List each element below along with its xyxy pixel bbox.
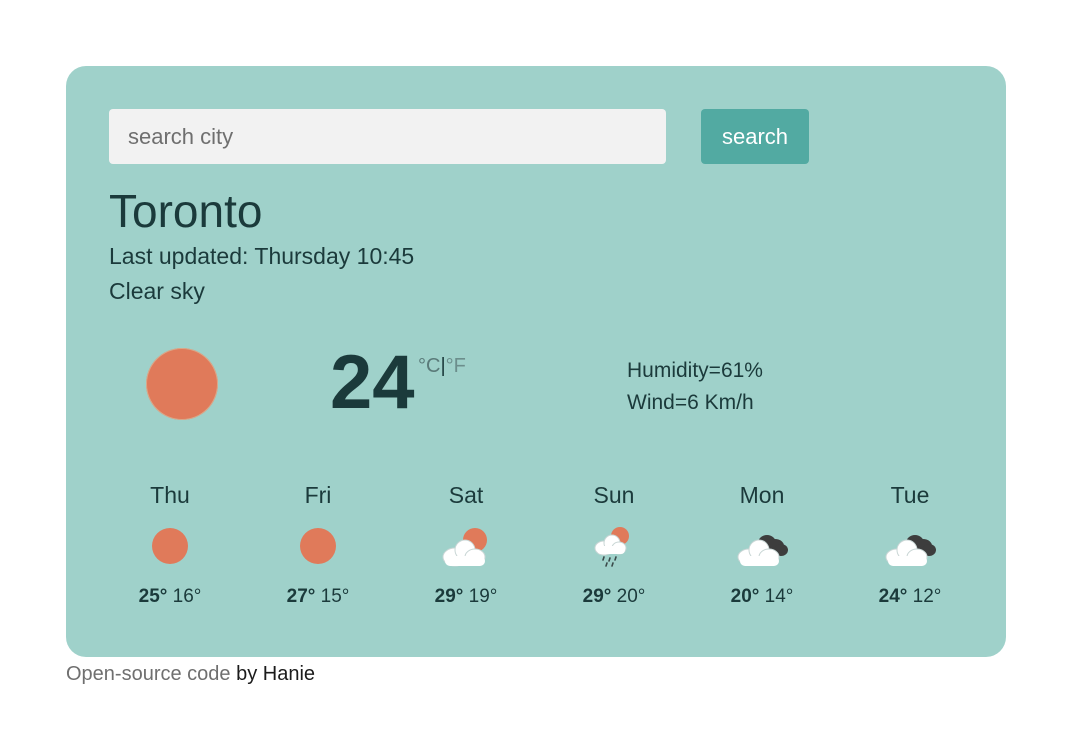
open-source-link[interactable]: Open-source code (66, 663, 231, 685)
forecast-max: 29° (582, 586, 612, 607)
forecast-temps: 29° 19° (392, 586, 540, 608)
humidity: Humidity=61% (627, 359, 763, 382)
forecast-day-name: Tue (890, 482, 930, 508)
celsius-link[interactable]: °C (418, 355, 440, 377)
broken-clouds-icon (735, 526, 789, 568)
weather-description: Clear sky (109, 278, 205, 304)
fahrenheit-link[interactable]: °F (446, 355, 466, 377)
forecast-day: Sat 29° 19° (392, 480, 540, 620)
forecast-temps: 29° 20° (540, 586, 688, 608)
forecast-min: 19° (468, 586, 498, 607)
forecast-day: Fri 27° 15° (244, 480, 392, 620)
forecast-min: 12° (912, 586, 942, 607)
rain-cloud-sun-icon (587, 526, 641, 568)
forecast-day-name: Sun (593, 482, 635, 508)
current-temperature: 24 (330, 340, 415, 425)
forecast-day: Mon 20° 14° (688, 480, 836, 620)
forecast-min: 20° (616, 586, 646, 607)
forecast-day-name: Thu (150, 482, 190, 508)
partly-cloudy-icon (439, 526, 493, 568)
forecast-day-name: Fri (304, 482, 332, 508)
forecast-min: 14° (764, 586, 794, 607)
last-updated-value: Thursday 10:45 (254, 243, 415, 269)
weather-details: Humidity=61% Wind=6 Km/h (627, 355, 763, 419)
weather-card: search Toronto Last updated: Thursday 10… (66, 66, 1006, 657)
forecast-day-name: Sat (448, 482, 484, 508)
forecast-day: Thu 25° 16° (96, 480, 244, 620)
forecast-max: 20° (730, 586, 760, 607)
unit-toggle: °C|°F (418, 355, 466, 378)
forecast-temps: 25° 16° (96, 586, 244, 608)
sun-icon (143, 526, 197, 568)
footer: Open-source code by Hanie (66, 663, 315, 686)
forecast-max: 29° (434, 586, 464, 607)
sun-icon (146, 348, 218, 420)
city-name: Toronto (109, 185, 263, 237)
forecast-temps: 24° 12° (836, 586, 984, 608)
forecast-min: 16° (172, 586, 202, 607)
sun-icon (291, 526, 345, 568)
last-updated-label: Last updated: (109, 243, 249, 269)
forecast-day: Sun 29° 20° (540, 480, 688, 620)
forecast-max: 24° (878, 586, 908, 607)
search-input[interactable] (109, 109, 666, 164)
footer-author: by Hanie (230, 663, 316, 685)
forecast-temps: 27° 15° (244, 586, 392, 608)
forecast-row: Thu 25° 16° Fri 27° 15° Sat 29° 19° Sun … (96, 480, 984, 620)
search-button[interactable]: search (701, 109, 809, 164)
last-updated: Last updated: Thursday 10:45 (109, 243, 414, 270)
wind: Wind=6 Km/h (627, 391, 754, 414)
forecast-min: 15° (320, 586, 350, 607)
forecast-day: Tue 24° 12° (836, 480, 984, 620)
forecast-temps: 20° 14° (688, 586, 836, 608)
forecast-day-name: Mon (739, 482, 785, 508)
forecast-max: 25° (138, 586, 168, 607)
broken-clouds-icon (883, 526, 937, 568)
forecast-max: 27° (286, 586, 316, 607)
